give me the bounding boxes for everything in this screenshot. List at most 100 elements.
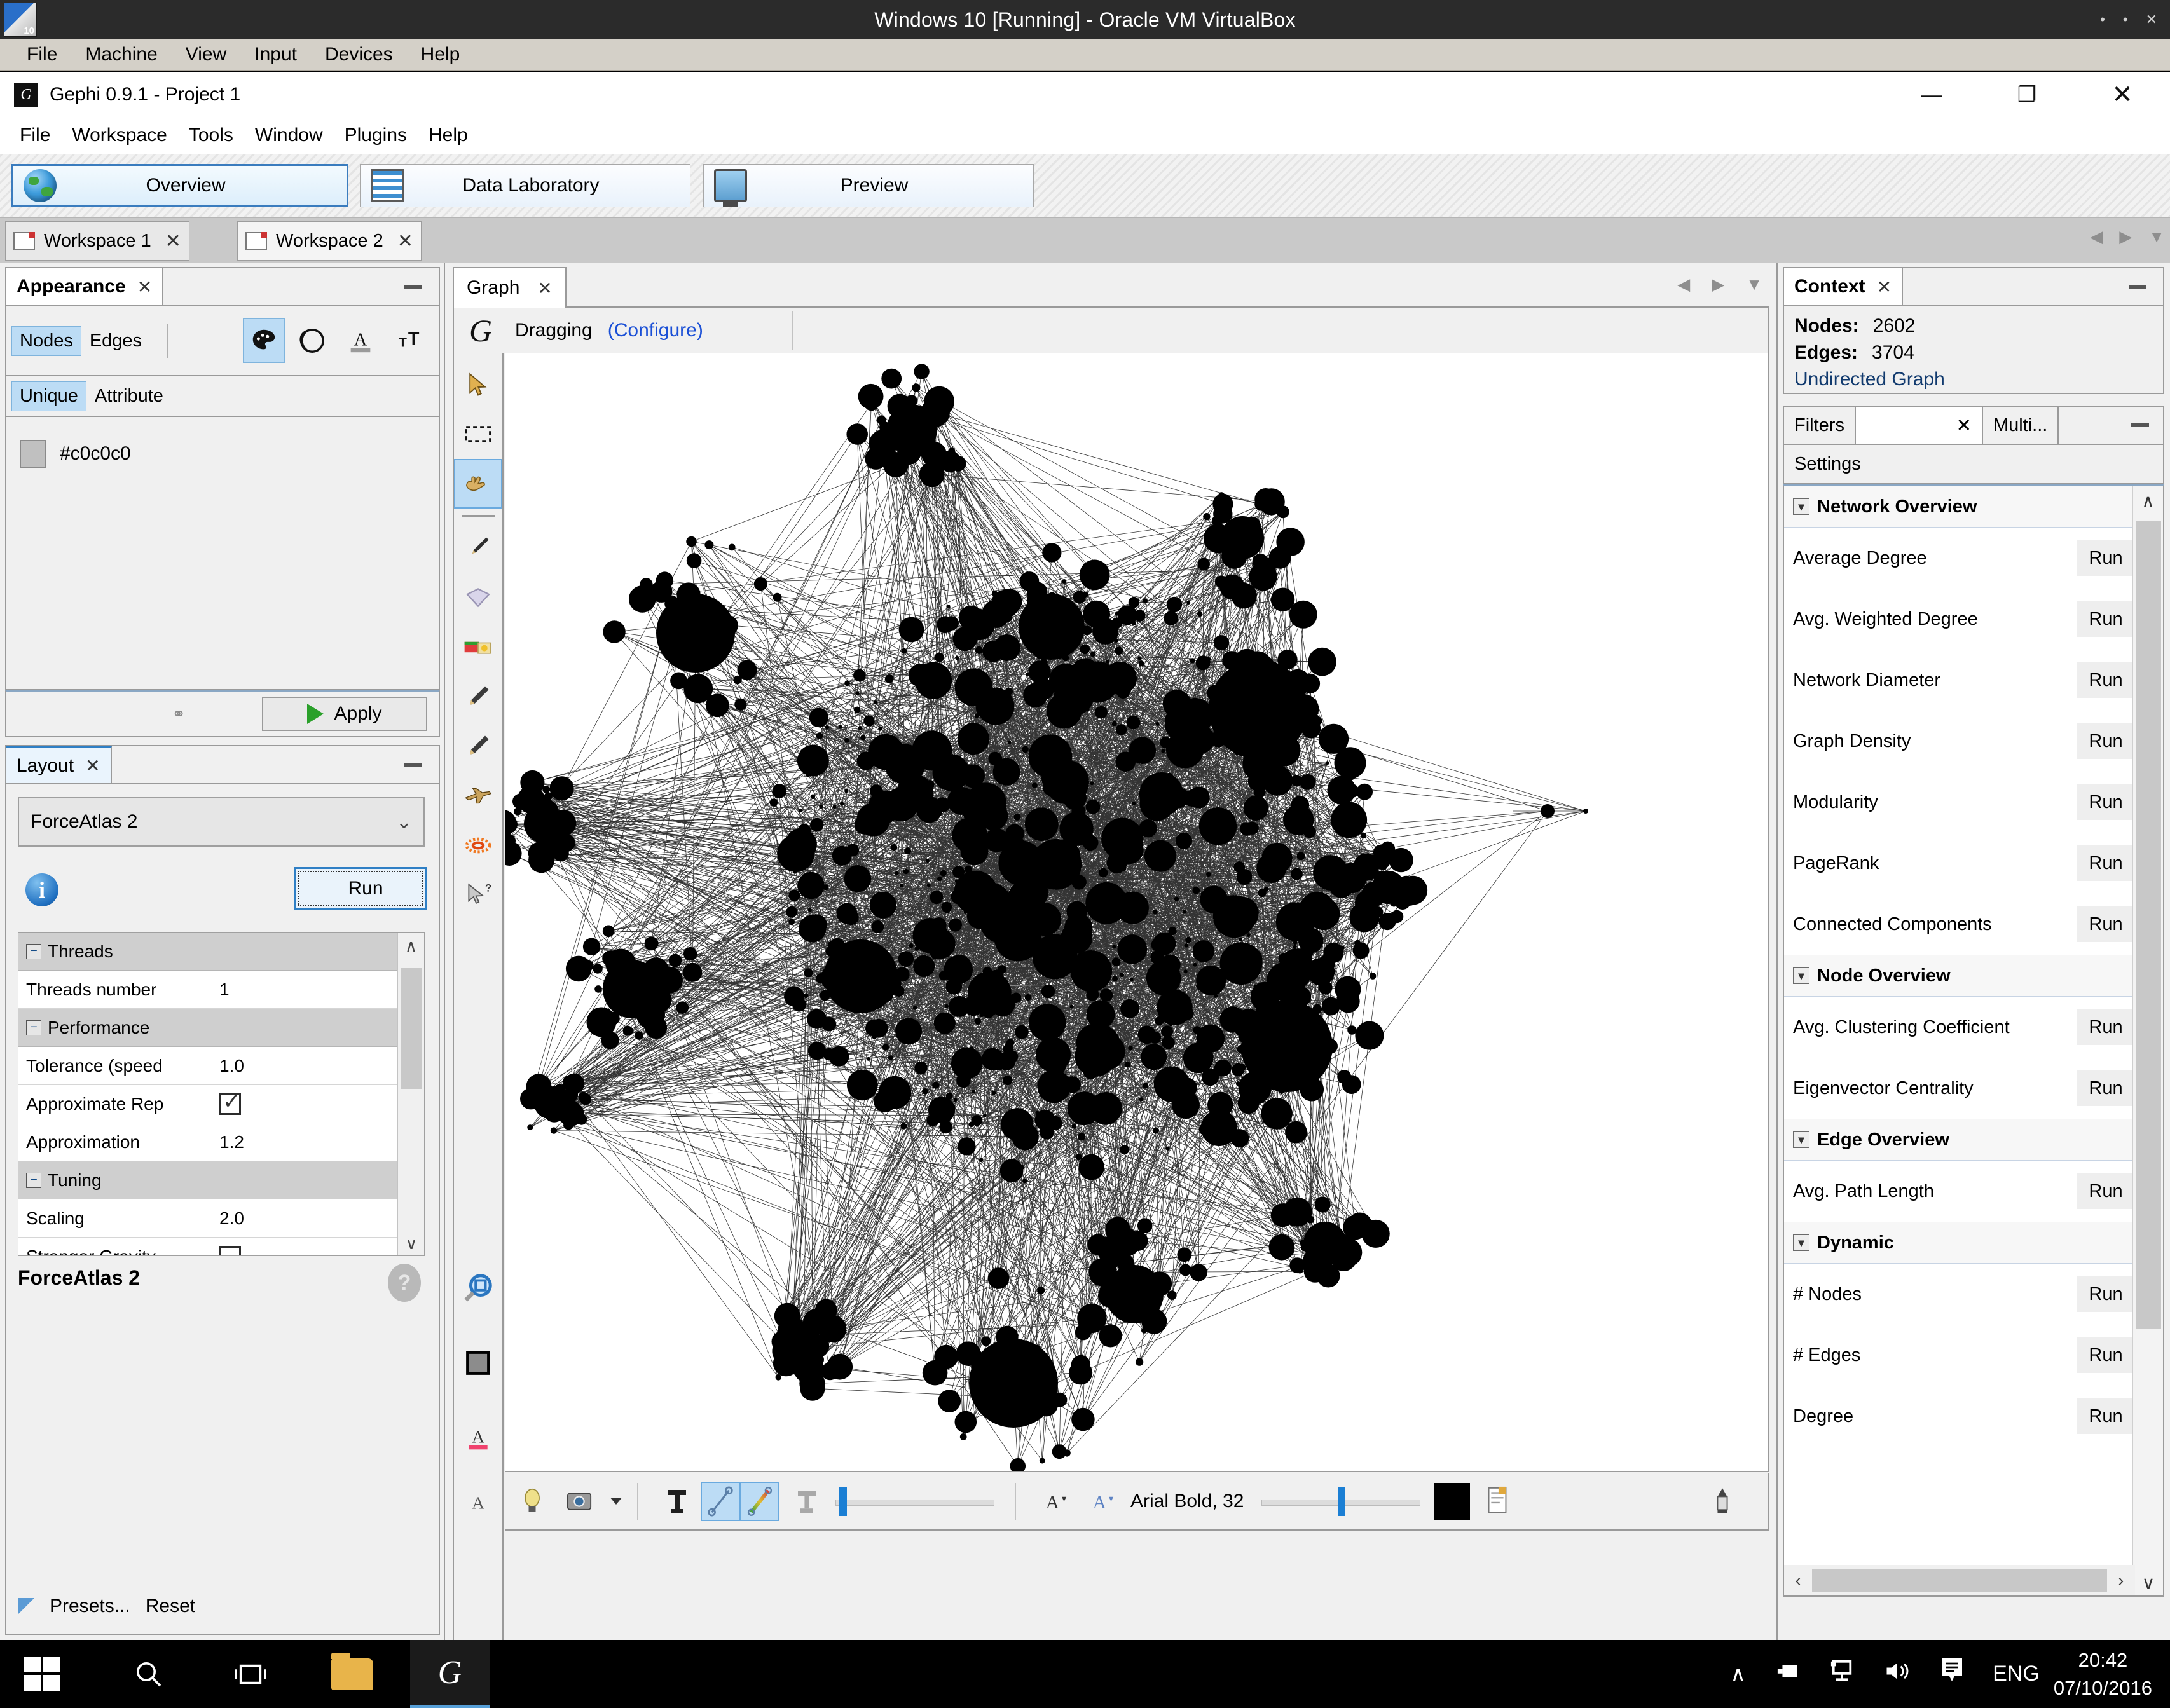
- heatmap-icon[interactable]: [454, 821, 502, 870]
- statistics-hscrollbar[interactable]: ‹ ›: [1784, 1565, 2135, 1595]
- minimize-icon[interactable]: [2129, 285, 2146, 289]
- file-explorer-icon[interactable]: [318, 1640, 387, 1708]
- statistics-run-button[interactable]: Run: [2077, 845, 2135, 881]
- cursor-help-icon[interactable]: ?: [454, 870, 502, 920]
- workspace-tab-1-close-icon[interactable]: ✕: [165, 230, 181, 252]
- text-size-icon[interactable]: TT: [388, 318, 430, 363]
- label-size-slider[interactable]: [1261, 1482, 1421, 1521]
- airplane-shortest-path-icon[interactable]: [454, 771, 502, 821]
- chevron-down-icon[interactable]: ▼: [2148, 227, 2165, 247]
- vbox-menu-file[interactable]: File: [13, 44, 71, 65]
- statistics-row[interactable]: Degree Run: [1784, 1386, 2135, 1447]
- vbox-menu-help[interactable]: Help: [407, 44, 474, 65]
- gephi-menu-workspace[interactable]: Workspace: [61, 125, 178, 146]
- chevron-right-icon[interactable]: ▶: [1712, 275, 1724, 294]
- gephi-menu-help[interactable]: Help: [418, 125, 479, 146]
- statistics-run-button[interactable]: Run: [2077, 1009, 2135, 1045]
- graph-configure-link[interactable]: (Configure): [608, 320, 703, 341]
- workspace-nav[interactable]: ◀ ▶ ▼: [2090, 227, 2165, 247]
- layout-properties-scrollbar[interactable]: ∧ ∨: [397, 933, 424, 1255]
- edge-label-color-icon[interactable]: A: [454, 1479, 502, 1529]
- windows-start-icon[interactable]: [24, 1657, 61, 1692]
- workspace-tab-1[interactable]: Workspace 1 ✕: [5, 221, 189, 261]
- chevron-left-icon[interactable]: ◀: [2090, 227, 2103, 247]
- collapse-icon[interactable]: ▾: [1793, 498, 1809, 515]
- property-row[interactable]: Stronger Gravity: [18, 1238, 399, 1255]
- node-labels-icon[interactable]: [657, 1482, 697, 1521]
- gephi-minimize-icon[interactable]: —: [1884, 72, 1979, 117]
- volume-icon[interactable]: [1883, 1660, 1911, 1688]
- edge-color-source-icon[interactable]: [740, 1482, 779, 1521]
- collapse-icon[interactable]: ▾: [1793, 1131, 1809, 1148]
- appearance-mode-unique[interactable]: Unique: [11, 381, 86, 411]
- collapse-icon[interactable]: ▾: [1793, 967, 1809, 984]
- reset-icon[interactable]: [1703, 1482, 1742, 1521]
- context-tab[interactable]: Context ✕: [1784, 268, 1904, 305]
- statistics-run-button[interactable]: Run: [2077, 723, 2135, 759]
- slider-knob[interactable]: [1338, 1487, 1346, 1516]
- slider-knob[interactable]: [839, 1487, 847, 1516]
- label-attributes-icon[interactable]: [1478, 1482, 1517, 1521]
- scroll-down-icon[interactable]: ∨: [398, 1230, 424, 1255]
- chain-icon[interactable]: ⚭: [172, 704, 186, 724]
- property-group-performance[interactable]: − Performance: [18, 1009, 399, 1047]
- chevron-down-icon[interactable]: ▼: [1746, 275, 1762, 294]
- vbox-close-icon[interactable]: ✕: [2146, 13, 2157, 27]
- task-view-icon[interactable]: [216, 1640, 285, 1708]
- mode-button-data-laboratory[interactable]: Data Laboratory: [360, 164, 690, 207]
- scroll-up-icon[interactable]: ∧: [398, 933, 424, 959]
- collapse-icon[interactable]: −: [26, 1020, 41, 1035]
- vbox-menu-machine[interactable]: Machine: [71, 44, 171, 65]
- gephi-menu-tools[interactable]: Tools: [178, 125, 244, 146]
- statistics-group[interactable]: ▾ Dynamic: [1784, 1222, 2135, 1264]
- info-icon[interactable]: i: [25, 873, 58, 906]
- mode-button-overview[interactable]: Overview: [11, 164, 348, 207]
- chevron-right-icon[interactable]: ▶: [2119, 227, 2132, 247]
- battery-icon[interactable]: [1774, 1660, 1801, 1688]
- statistics-row[interactable]: # Nodes Run: [1784, 1264, 2135, 1325]
- close-icon[interactable]: ✕: [1956, 414, 1972, 437]
- close-icon[interactable]: ✕: [1877, 277, 1892, 297]
- appearance-tab-edges[interactable]: Edges: [81, 326, 150, 356]
- collapse-icon[interactable]: ▾: [1793, 1234, 1809, 1251]
- search-icon[interactable]: [114, 1640, 183, 1708]
- property-value[interactable]: 1: [209, 971, 399, 1008]
- text-color-icon[interactable]: A: [340, 318, 381, 363]
- hscroll-left-icon[interactable]: ‹: [1784, 1571, 1812, 1590]
- statistics-run-button[interactable]: Run: [2077, 906, 2135, 942]
- unique-color-row[interactable]: #c0c0c0: [6, 417, 439, 468]
- layout-algorithm-select[interactable]: ForceAtlas 2 ⌄: [18, 797, 425, 847]
- statistics-run-button[interactable]: Run: [2077, 784, 2135, 820]
- property-group-tuning[interactable]: − Tuning: [18, 1161, 399, 1199]
- vbox-menu-devices[interactable]: Devices: [311, 44, 407, 65]
- vbox-minimize-icon[interactable]: •: [2100, 13, 2105, 27]
- gephi-window-controls[interactable]: — ❐ ✕: [1884, 72, 2170, 117]
- vbox-menu-input[interactable]: Input: [240, 44, 311, 65]
- close-icon[interactable]: ✕: [137, 277, 152, 297]
- show-labels-icon[interactable]: [512, 1482, 552, 1521]
- palette-icon[interactable]: [243, 318, 285, 363]
- diamond-size-icon[interactable]: [454, 573, 502, 622]
- statistics-row[interactable]: Graph Density Run: [1784, 711, 2135, 772]
- label-size-decrease-icon[interactable]: A: [1035, 1482, 1075, 1521]
- statistics-row[interactable]: Avg. Clustering Coefficient Run: [1784, 997, 2135, 1058]
- node-size-icon[interactable]: [291, 318, 333, 363]
- virtualbox-window-controls[interactable]: • • ✕: [2100, 13, 2157, 27]
- graph-tab-nav[interactable]: ◀ ▶ ▼: [1677, 275, 1762, 294]
- appearance-tab-nodes[interactable]: Nodes: [11, 325, 81, 356]
- pencil-node-icon[interactable]: [454, 672, 502, 721]
- minimize-icon[interactable]: [2131, 423, 2149, 427]
- show-hidden-icons[interactable]: ∧: [1730, 1662, 1746, 1687]
- statistics-row[interactable]: Connected Components Run: [1784, 894, 2135, 955]
- multi-tab[interactable]: Multi...: [1983, 407, 2059, 444]
- statistics-group[interactable]: ▾ Network Overview: [1784, 486, 2135, 528]
- label-font-value[interactable]: Arial Bold, 32: [1130, 1491, 1244, 1512]
- node-label-color-icon[interactable]: A: [454, 1413, 502, 1463]
- minimize-icon[interactable]: [404, 285, 422, 289]
- minimize-icon[interactable]: [404, 763, 422, 767]
- screenshot-icon[interactable]: [560, 1482, 599, 1521]
- gephi-menu-plugins[interactable]: Plugins: [334, 125, 418, 146]
- presets-link[interactable]: Presets...: [50, 1595, 130, 1617]
- scrollbar-thumb[interactable]: [401, 968, 422, 1089]
- appearance-mode-attribute[interactable]: Attribute: [86, 381, 172, 411]
